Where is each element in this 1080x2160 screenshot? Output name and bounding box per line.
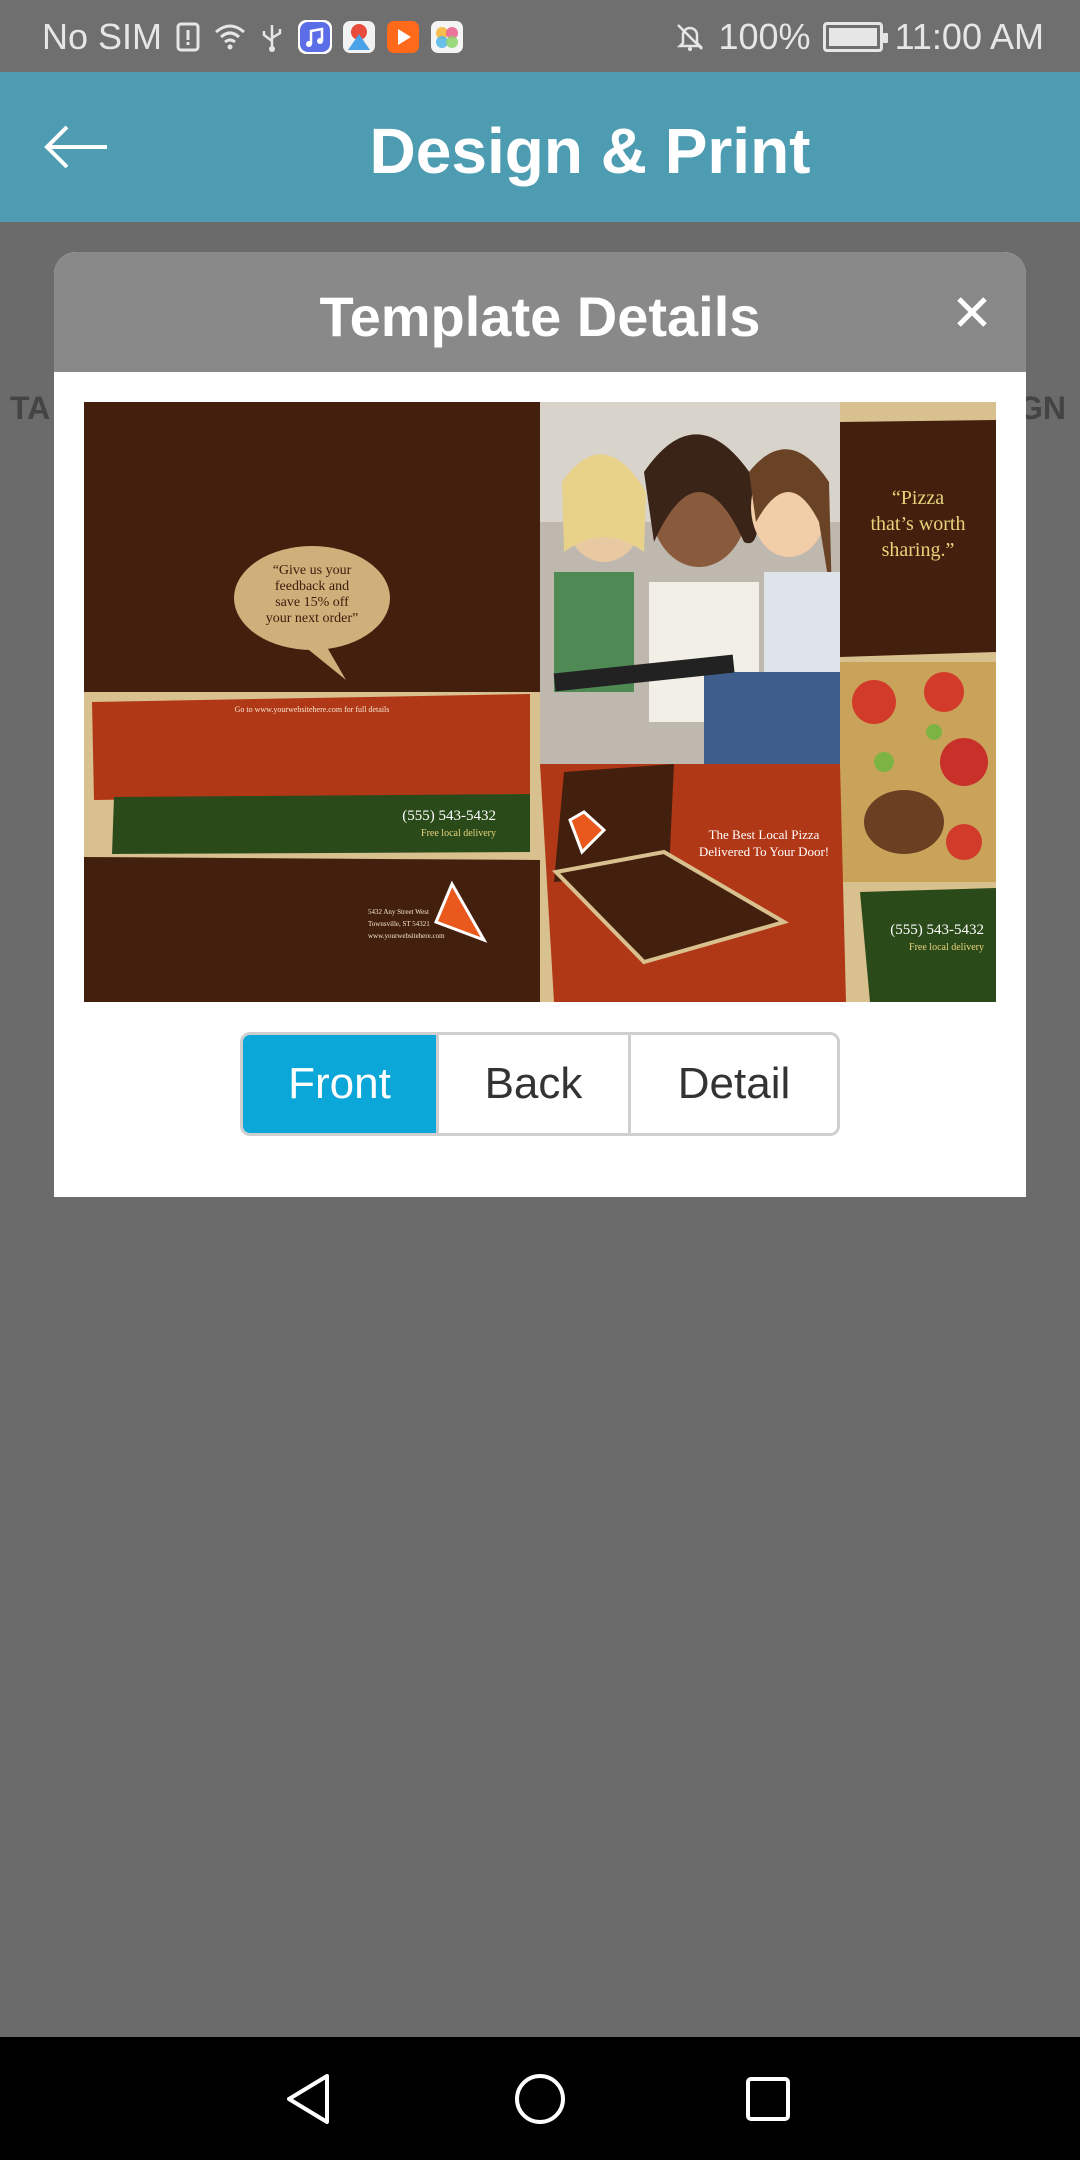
speech-bubble-line-3: save 15% off — [275, 595, 349, 610]
carrier-label: No SIM — [42, 16, 163, 57]
delivery-right: Free local delivery — [909, 942, 984, 953]
promo-line-2: Delivered To Your Door! — [699, 844, 829, 859]
wifi-icon — [215, 24, 246, 50]
page-title: Design & Print — [369, 115, 811, 187]
template-details-dialog: Template Details “Give us your feedback … — [54, 252, 1026, 1197]
tab-back[interactable]: Back — [439, 1035, 631, 1133]
music-app-icon — [298, 20, 333, 54]
delivery-left: Free local delivery — [421, 828, 496, 839]
speech-bubble-line-1: “Give us your — [273, 563, 352, 578]
system-nav-bar — [0, 2037, 1080, 2160]
address-line-2: Townsville, ST 54321 — [368, 920, 430, 928]
nav-back-button[interactable] — [276, 2067, 340, 2131]
background-tab-fragment-left: TA — [10, 390, 51, 426]
address-line-1: 5432 Any Street West — [368, 908, 429, 916]
sim-alert-icon — [176, 22, 200, 52]
back-triangle-icon — [287, 2074, 329, 2124]
tagline-line-2: that’s worth — [871, 513, 966, 535]
tab-detail[interactable]: Detail — [631, 1035, 837, 1133]
template-preview-art: “Give us your feedback and save 15% off … — [84, 402, 996, 1002]
status-bar-left: No SIM — [42, 16, 464, 58]
template-preview: “Give us your feedback and save 15% off … — [84, 402, 996, 1002]
close-button[interactable] — [948, 288, 996, 336]
battery-icon — [822, 22, 888, 52]
battery-percent: 100% — [718, 16, 811, 57]
photos-app-icon — [430, 20, 464, 54]
address-line-3: www.yourwebsitehere.com — [368, 932, 445, 940]
website-note: Go to www.yourwebsitehere.com for full d… — [235, 705, 390, 714]
promo-line-1: The Best Local Pizza — [709, 827, 820, 842]
close-icon — [957, 297, 987, 327]
home-circle-icon — [515, 2074, 565, 2124]
tagline-line-1: “Pizza — [892, 487, 944, 509]
tagline-line-3: sharing.” — [882, 539, 955, 561]
app-bar: Design & Print — [0, 72, 1080, 222]
bell-off-icon — [677, 24, 704, 51]
dialog-title: Template Details — [319, 285, 761, 348]
phone-right: (555) 543-5432 — [890, 922, 984, 938]
tab-front[interactable]: Front — [243, 1035, 439, 1133]
status-bar: No SIM 100% 11:00 AM — [0, 0, 1080, 72]
dialog-header: Template Details — [54, 252, 1026, 372]
du-app-icon — [342, 20, 376, 54]
phone-left: (555) 543-5432 — [402, 808, 496, 824]
speech-bubble-line-2: feedback and — [275, 579, 349, 594]
speech-bubble-line-4: your next order” — [266, 611, 359, 626]
clock: 11:00 AM — [894, 16, 1044, 57]
usb-icon — [262, 25, 282, 52]
video-app-icon — [386, 20, 420, 54]
status-bar-right: 100% 11:00 AM — [674, 16, 1044, 58]
nav-home-button[interactable] — [508, 2067, 572, 2131]
recents-square-icon — [746, 2077, 790, 2121]
nav-recents-button[interactable] — [736, 2067, 800, 2131]
view-toggle: Front Back Detail — [240, 1032, 840, 1136]
